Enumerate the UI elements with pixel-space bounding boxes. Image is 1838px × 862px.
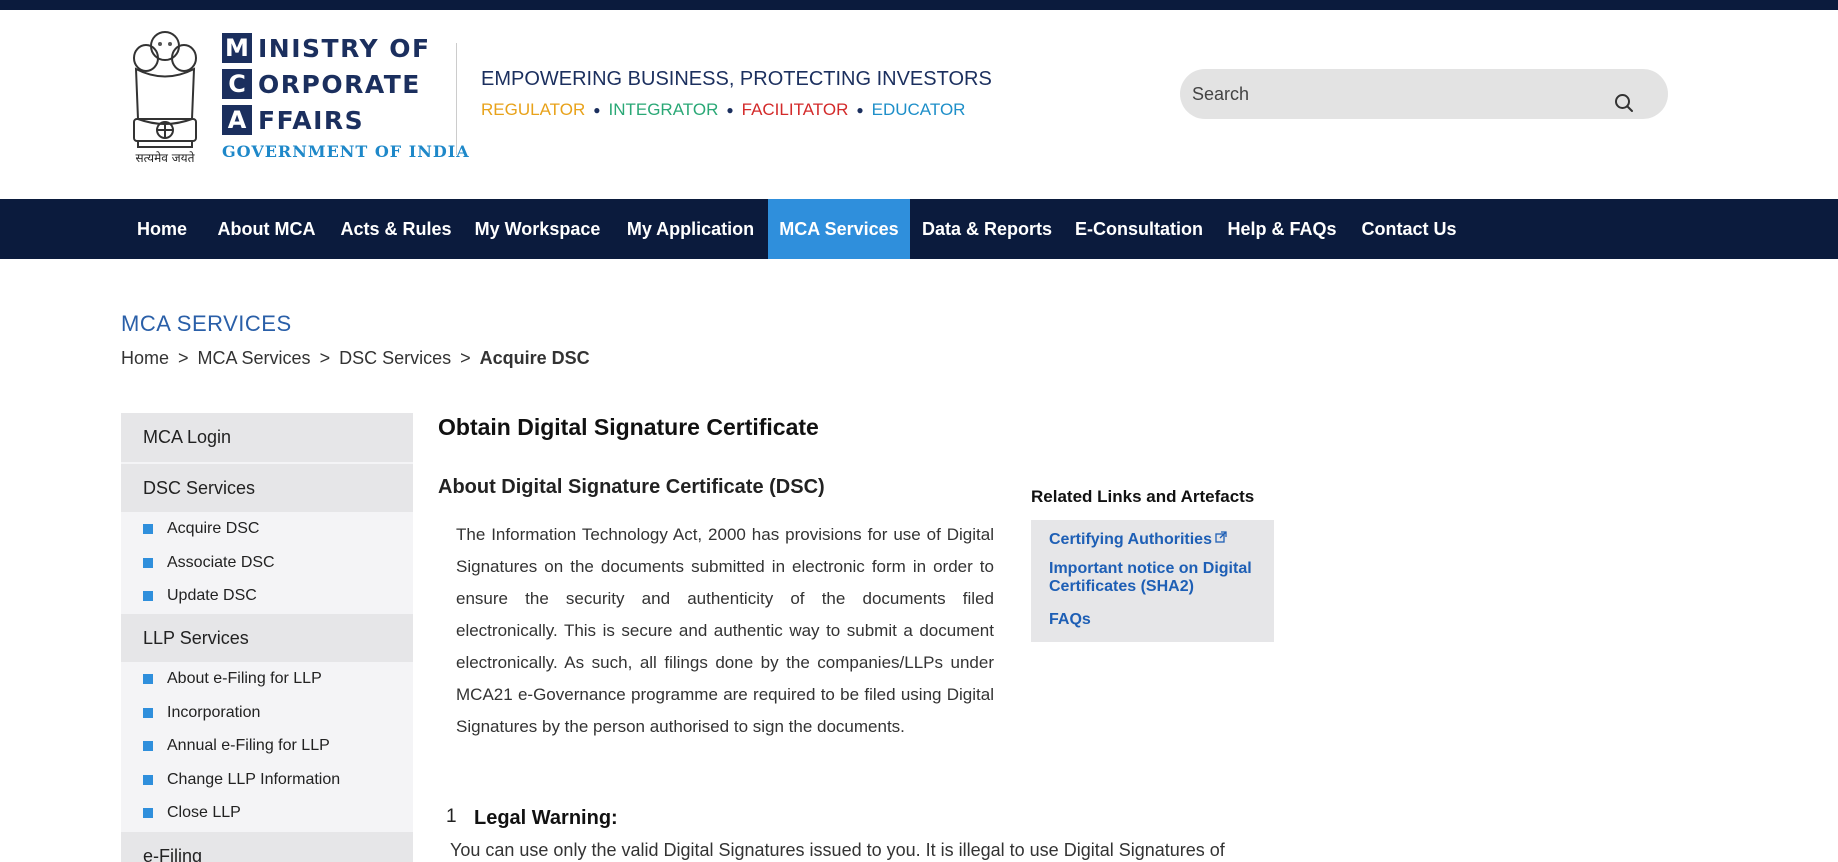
emblem-caption: सत्यमेव जयते bbox=[135, 151, 195, 165]
link-certifying-authorities[interactable]: Certifying Authorities bbox=[1049, 531, 1259, 549]
nav-my-workspace[interactable]: My Workspace bbox=[462, 199, 613, 259]
search-box[interactable] bbox=[1180, 69, 1668, 119]
role-regulator: REGULATOR bbox=[481, 100, 586, 119]
sidebar-item-annual-efiling-llp[interactable]: Annual e-Filing for LLP bbox=[143, 730, 413, 762]
header-divider bbox=[456, 43, 457, 155]
main-title: Obtain Digital Signature Certificate bbox=[438, 414, 819, 440]
nav-home[interactable]: Home bbox=[121, 199, 203, 259]
sidebar-item-change-llp-info[interactable]: Change LLP Information bbox=[143, 764, 413, 796]
section-title: About Digital Signature Certificate (DSC… bbox=[438, 476, 825, 498]
logo-letter: C bbox=[222, 69, 252, 99]
breadcrumb-separator: > bbox=[460, 348, 471, 368]
top-strip bbox=[0, 0, 1838, 10]
search-input[interactable] bbox=[1192, 69, 1592, 119]
nav-my-application[interactable]: My Application bbox=[613, 199, 768, 259]
sidebar-item-update-dsc[interactable]: Update DSC bbox=[143, 580, 413, 612]
sidebar-section-mca-login[interactable]: MCA Login bbox=[121, 413, 413, 462]
main-nav: Home About MCA Acts & Rules My Workspace… bbox=[0, 199, 1838, 259]
logo-row: M INISTRY OF bbox=[222, 30, 431, 66]
link-faqs[interactable]: FAQs bbox=[1049, 611, 1259, 629]
role-facilitator: FACILITATOR bbox=[741, 100, 849, 119]
legal-text: You can use only the valid Digital Signa… bbox=[450, 840, 1225, 860]
sidebar: MCA Login DSC Services Acquire DSC Assoc… bbox=[121, 413, 413, 862]
nav-data-reports[interactable]: Data & Reports bbox=[910, 199, 1064, 259]
logo-word: FFAIRS bbox=[258, 105, 365, 135]
sidebar-item-close-llp[interactable]: Close LLP bbox=[143, 797, 413, 829]
tagline: EMPOWERING BUSINESS, PROTECTING INVESTOR… bbox=[481, 68, 992, 90]
role-separator: ● bbox=[726, 103, 734, 117]
search-icon[interactable] bbox=[1614, 93, 1634, 113]
breadcrumb-current: Acquire DSC bbox=[479, 348, 590, 368]
sidebar-section-e-filing[interactable]: e-Filing bbox=[121, 832, 413, 862]
role-separator: ● bbox=[593, 103, 601, 117]
role-educator: EDUCATOR bbox=[871, 100, 966, 119]
role-separator: ● bbox=[856, 103, 864, 117]
sidebar-item-about-efiling-llp[interactable]: About e-Filing for LLP bbox=[143, 663, 413, 695]
mca-logo: M INISTRY OF C ORPORATE A FFAIRS bbox=[222, 30, 431, 138]
nav-help-faqs[interactable]: Help & FAQs bbox=[1214, 199, 1350, 259]
logo-letter: A bbox=[222, 105, 252, 135]
nav-about-mca[interactable]: About MCA bbox=[203, 199, 330, 259]
legal-number: 1 bbox=[446, 806, 457, 827]
nav-e-consultation[interactable]: E-Consultation bbox=[1064, 199, 1214, 259]
breadcrumb-mca-services[interactable]: MCA Services bbox=[198, 348, 311, 369]
dsc-description: The Information Technology Act, 2000 has… bbox=[456, 525, 994, 736]
breadcrumb-dsc-services[interactable]: DSC Services bbox=[339, 348, 451, 369]
roles-list: REGULATOR ● INTEGRATOR ● FACILITATOR ● E… bbox=[481, 100, 965, 120]
sidebar-item-incorporation[interactable]: Incorporation bbox=[143, 697, 413, 729]
nav-contact-us[interactable]: Contact Us bbox=[1350, 199, 1468, 259]
logo-letter: M bbox=[222, 33, 252, 63]
external-link-icon bbox=[1215, 531, 1227, 543]
role-integrator: INTEGRATOR bbox=[608, 100, 719, 119]
sidebar-section-llp-services[interactable]: LLP Services bbox=[121, 614, 413, 662]
breadcrumb-separator: > bbox=[319, 348, 331, 368]
sidebar-section-dsc-services[interactable]: DSC Services bbox=[121, 464, 413, 512]
link-sha2-notice[interactable]: Important notice on Digital Certificates… bbox=[1049, 560, 1259, 596]
logo-word: INISTRY OF bbox=[258, 33, 431, 63]
related-links-title: Related Links and Artefacts bbox=[1031, 487, 1255, 506]
link-label: Certifying Authorities bbox=[1049, 531, 1212, 548]
legal-title: Legal Warning: bbox=[474, 807, 618, 829]
breadcrumb-home[interactable]: Home bbox=[121, 348, 169, 369]
breadcrumb: Home > MCA Services > DSC Services > Acq… bbox=[121, 348, 590, 369]
logo-subtitle: GOVERNMENT OF INDIA bbox=[222, 142, 470, 161]
logo-row: C ORPORATE bbox=[222, 66, 431, 102]
breadcrumb-separator: > bbox=[178, 348, 189, 368]
nav-acts-rules[interactable]: Acts & Rules bbox=[330, 199, 462, 259]
sidebar-item-associate-dsc[interactable]: Associate DSC bbox=[143, 547, 413, 579]
nav-mca-services[interactable]: MCA Services bbox=[768, 199, 910, 259]
sidebar-item-acquire-dsc[interactable]: Acquire DSC bbox=[143, 513, 413, 545]
logo-row: A FFAIRS bbox=[222, 102, 431, 138]
logo-word: ORPORATE bbox=[258, 69, 421, 99]
page-title: MCA SERVICES bbox=[121, 311, 292, 336]
